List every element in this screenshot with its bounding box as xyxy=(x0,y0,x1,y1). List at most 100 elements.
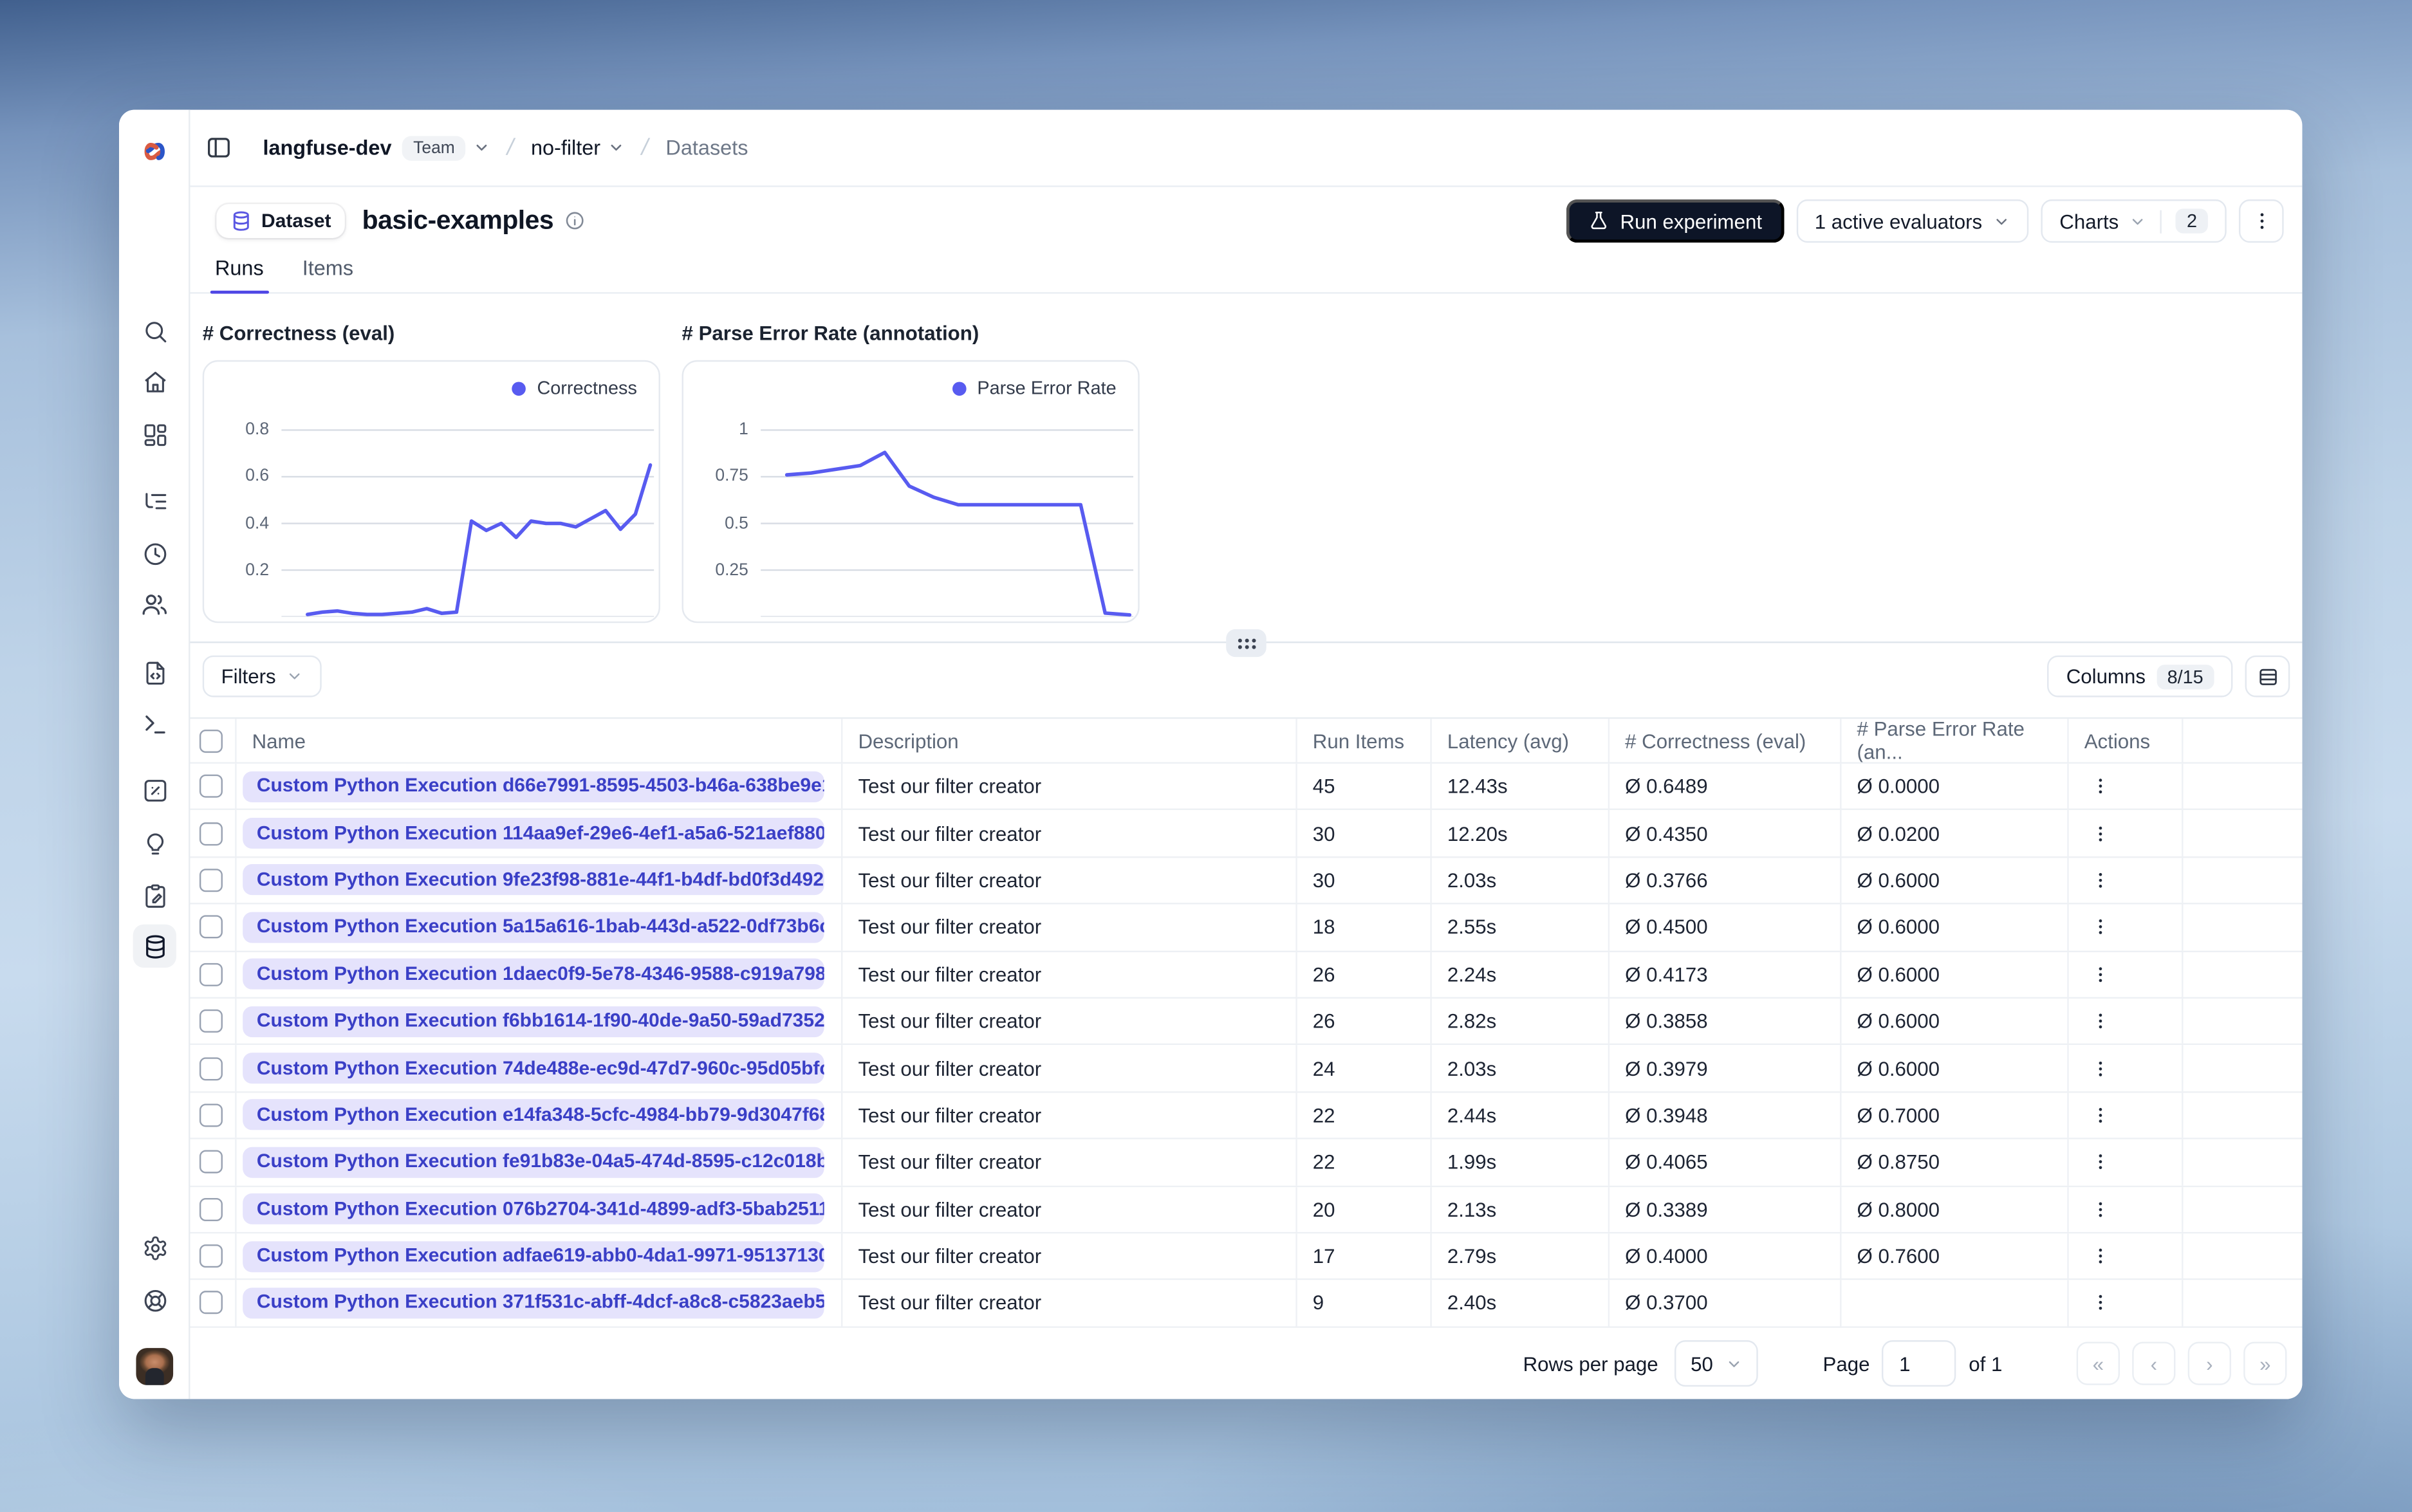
panel-resize-divider[interactable] xyxy=(190,629,2303,658)
active-evaluators-button[interactable]: 1 active evaluators xyxy=(1795,199,2029,243)
search-icon[interactable] xyxy=(133,309,176,353)
run-name-link[interactable]: Custom Python Execution adfae619-abb0-4d… xyxy=(243,1240,824,1272)
run-name-link[interactable]: Custom Python Execution fe91b83e-04a5-47… xyxy=(243,1147,824,1178)
playground-terminal-icon[interactable] xyxy=(133,702,176,745)
tab-items[interactable]: Items xyxy=(298,255,358,292)
dashboard-icon[interactable] xyxy=(133,412,176,456)
support-lifebuoy-icon[interactable] xyxy=(133,1278,176,1322)
run-experiment-button[interactable]: Run experiment xyxy=(1566,199,1784,243)
row-actions-kebab-icon[interactable] xyxy=(2090,1246,2110,1266)
run-name-link[interactable]: Custom Python Execution 5a15a616-1bab-44… xyxy=(243,912,824,943)
llm-judge-lightbulb-icon[interactable] xyxy=(133,822,176,865)
flask-icon xyxy=(1591,211,1606,230)
run-name-link[interactable]: Custom Python Execution d66e7991-8595-45… xyxy=(243,771,824,802)
row-height-button[interactable] xyxy=(2245,655,2290,697)
more-options-button[interactable] xyxy=(2238,199,2284,243)
row-checkbox[interactable] xyxy=(199,916,223,939)
prompts-file-code-icon[interactable] xyxy=(133,650,176,694)
row-checkbox[interactable] xyxy=(199,1103,223,1127)
row-checkbox[interactable] xyxy=(199,1150,223,1174)
chevron-down-icon[interactable] xyxy=(608,139,625,156)
row-actions-kebab-icon[interactable] xyxy=(2090,917,2110,937)
table-row[interactable]: Custom Python Execution f6bb1614-1f90-40… xyxy=(190,998,2303,1046)
run-name-link[interactable]: Custom Python Execution 1daec0f9-5e78-43… xyxy=(243,959,824,990)
row-checkbox[interactable] xyxy=(199,1056,223,1080)
table-row[interactable]: Custom Python Execution fe91b83e-04a5-47… xyxy=(190,1139,2303,1187)
run-name-link[interactable]: Custom Python Execution 74de488e-ec9d-47… xyxy=(243,1053,824,1084)
row-checkbox[interactable] xyxy=(199,869,223,892)
column-header-latency[interactable]: Latency (avg) xyxy=(1432,719,1610,762)
rows-per-page-select[interactable]: 50 xyxy=(1675,1340,1758,1387)
row-actions-kebab-icon[interactable] xyxy=(2090,1105,2110,1125)
filters-button[interactable]: Filters xyxy=(202,655,322,697)
table-row[interactable]: Custom Python Execution 114aa9ef-29e6-4e… xyxy=(190,810,2303,858)
row-actions-kebab-icon[interactable] xyxy=(2090,1058,2110,1078)
run-name-link[interactable]: Custom Python Execution 114aa9ef-29e6-4e… xyxy=(243,818,824,849)
breadcrumb-section[interactable]: Datasets xyxy=(665,136,748,159)
evaluation-percent-icon[interactable] xyxy=(133,768,176,811)
charts-count-badge: 2 xyxy=(2176,208,2208,234)
info-icon[interactable] xyxy=(564,210,585,231)
columns-button[interactable]: Columns 8/15 xyxy=(2047,655,2233,697)
tab-runs[interactable]: Runs xyxy=(210,255,268,294)
row-checkbox[interactable] xyxy=(199,963,223,986)
table-row[interactable]: Custom Python Execution d66e7991-8595-45… xyxy=(190,763,2303,811)
column-header-run-items[interactable]: Run Items xyxy=(1297,719,1432,762)
row-actions-kebab-icon[interactable] xyxy=(2090,1293,2110,1313)
column-header-name[interactable]: Name xyxy=(237,719,843,762)
table-row[interactable]: Custom Python Execution 1daec0f9-5e78-43… xyxy=(190,951,2303,999)
run-name-link[interactable]: Custom Python Execution 371f531c-abff-4d… xyxy=(243,1287,824,1319)
previous-page-button[interactable]: ‹ xyxy=(2132,1341,2176,1385)
sidebar-toggle-icon[interactable] xyxy=(206,134,232,161)
select-all-checkbox[interactable] xyxy=(199,728,223,752)
tracing-icon[interactable] xyxy=(133,479,176,522)
sessions-clock-icon[interactable] xyxy=(133,531,176,575)
table-row[interactable]: Custom Python Execution 076b2704-341d-48… xyxy=(190,1186,2303,1234)
row-actions-kebab-icon[interactable] xyxy=(2090,777,2110,797)
row-checkbox[interactable] xyxy=(199,775,223,798)
home-icon[interactable] xyxy=(133,360,176,403)
next-page-button[interactable]: › xyxy=(2187,1341,2231,1385)
run-name-link[interactable]: Custom Python Execution 9fe23f98-881e-44… xyxy=(243,865,824,896)
row-actions-kebab-icon[interactable] xyxy=(2090,1199,2110,1219)
breadcrumb-project[interactable]: no-filter xyxy=(531,136,600,159)
row-actions-kebab-icon[interactable] xyxy=(2090,1011,2110,1031)
row-checkbox[interactable] xyxy=(199,822,223,845)
drag-handle-icon[interactable] xyxy=(1226,629,1266,658)
table-row[interactable]: Custom Python Execution adfae619-abb0-4d… xyxy=(190,1233,2303,1281)
row-checkbox[interactable] xyxy=(199,1291,223,1315)
run-latency: 12.43s xyxy=(1432,763,1610,809)
table-row[interactable]: Custom Python Execution 74de488e-ec9d-47… xyxy=(190,1045,2303,1093)
column-header-correctness[interactable]: # Correctness (eval) xyxy=(1610,719,1842,762)
row-actions-kebab-icon[interactable] xyxy=(2090,824,2110,844)
annotation-clipboard-icon[interactable] xyxy=(133,873,176,916)
datasets-database-icon[interactable] xyxy=(133,924,176,968)
column-header-parse-error-rate[interactable]: # Parse Error Rate (an... xyxy=(1841,719,2069,762)
table-row[interactable]: Custom Python Execution 5a15a616-1bab-44… xyxy=(190,904,2303,952)
page-number-input[interactable]: 1 xyxy=(1882,1340,1957,1387)
row-actions-kebab-icon[interactable] xyxy=(2090,871,2110,890)
row-checkbox[interactable] xyxy=(199,1197,223,1221)
table-row[interactable]: Custom Python Execution 371f531c-abff-4d… xyxy=(190,1280,2303,1328)
breadcrumb-org[interactable]: langfuse-dev xyxy=(263,136,391,159)
table-row[interactable]: Custom Python Execution 9fe23f98-881e-44… xyxy=(190,857,2303,905)
settings-gear-icon[interactable] xyxy=(133,1226,176,1269)
row-actions-kebab-icon[interactable] xyxy=(2090,1152,2110,1172)
run-name-link[interactable]: Custom Python Execution e14fa348-5cfc-49… xyxy=(243,1100,824,1131)
last-page-button[interactable]: » xyxy=(2243,1341,2287,1385)
columns-count-badge: 8/15 xyxy=(2156,663,2214,689)
table-row[interactable]: Custom Python Execution e14fa348-5cfc-49… xyxy=(190,1093,2303,1140)
charts-button[interactable]: Charts 2 xyxy=(2041,199,2227,243)
column-header-description[interactable]: Description xyxy=(842,719,1297,762)
row-checkbox[interactable] xyxy=(199,1010,223,1033)
user-avatar[interactable] xyxy=(136,1348,174,1385)
users-icon[interactable] xyxy=(133,583,176,626)
first-page-button[interactable]: « xyxy=(2076,1341,2120,1385)
row-checkbox[interactable] xyxy=(199,1244,223,1268)
chevron-down-icon[interactable] xyxy=(474,139,490,156)
run-name-link[interactable]: Custom Python Execution f6bb1614-1f90-40… xyxy=(243,1006,824,1037)
row-actions-kebab-icon[interactable] xyxy=(2090,964,2110,984)
run-name-link[interactable]: Custom Python Execution 076b2704-341d-48… xyxy=(243,1194,824,1225)
kebab-menu-icon xyxy=(2259,213,2263,229)
run-items-count: 24 xyxy=(1297,1045,1432,1091)
